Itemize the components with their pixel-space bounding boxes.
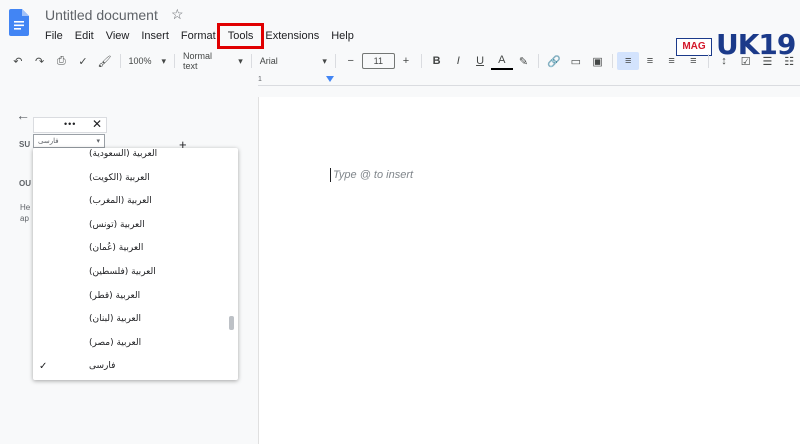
- highlight-color-icon[interactable]: ✎: [513, 52, 535, 70]
- close-icon[interactable]: ✕: [92, 117, 102, 131]
- indent-marker-icon[interactable]: [326, 76, 334, 82]
- align-justify-icon[interactable]: ≡: [682, 52, 704, 70]
- link-icon[interactable]: 🔗: [543, 52, 565, 70]
- language-option[interactable]: العربية (مصر): [89, 338, 141, 348]
- decrease-font-size-button[interactable]: −: [340, 52, 362, 70]
- menu-edit[interactable]: Edit: [69, 28, 100, 44]
- language-option[interactable]: العربية (عُمان): [89, 243, 143, 253]
- star-icon[interactable]: ☆: [171, 6, 184, 23]
- image-icon[interactable]: ▣: [587, 52, 609, 70]
- checklist-icon[interactable]: ☑: [735, 52, 757, 70]
- outline-hint: He: [20, 203, 31, 212]
- document-title[interactable]: Untitled document: [45, 7, 158, 23]
- align-right-icon[interactable]: ≡: [661, 52, 683, 70]
- menu-view[interactable]: View: [100, 28, 136, 44]
- toolbar: ↶ ↷ ⎙ ✓ 🖌 100% ▾ Normal text ▾ Arial ▾ − 11…: [0, 50, 800, 72]
- more-options-icon[interactable]: •••: [64, 119, 76, 129]
- language-dropdown-list: العربية (السعودية) العربية (الكويت) العربي…: [33, 148, 238, 380]
- check-icon: ✓: [39, 361, 48, 373]
- language-option[interactable]: العربية (الكويت): [89, 173, 150, 183]
- menu-extensions[interactable]: Extensions: [259, 28, 325, 44]
- font-select[interactable]: Arial ▾: [256, 52, 331, 70]
- language-option[interactable]: العربية (السعودية): [89, 149, 157, 159]
- toolbar-divider: [420, 54, 422, 68]
- menu-bar: File Edit View Insert Format Tools Extensions H…: [39, 23, 360, 49]
- language-option[interactable]: فارسی: [89, 361, 115, 371]
- font-size-input[interactable]: 11: [361, 53, 396, 69]
- input-language-select[interactable]: فارسی ▾: [33, 134, 105, 148]
- chevron-down-icon: ▾: [322, 55, 327, 66]
- bold-icon[interactable]: B: [426, 52, 448, 70]
- selected-language: فارسی: [38, 138, 59, 145]
- text-cursor: [330, 168, 331, 182]
- language-option[interactable]: العربية (فلسطين): [89, 267, 156, 277]
- toolbar-divider: [174, 54, 176, 68]
- toolbar-divider: [612, 54, 614, 68]
- outline-heading: OU: [19, 179, 31, 188]
- zoom-value: 100%: [128, 56, 152, 66]
- menu-help[interactable]: Help: [325, 28, 360, 44]
- font-value: Arial: [259, 56, 278, 66]
- back-arrow-icon[interactable]: ←: [16, 107, 30, 123]
- paint-format-icon[interactable]: 🖌: [94, 52, 116, 70]
- ruler-label: 1: [258, 76, 262, 83]
- menu-insert[interactable]: Insert: [135, 28, 175, 44]
- menu-file[interactable]: File: [39, 28, 69, 44]
- language-option[interactable]: العربية (تونس): [89, 220, 145, 230]
- style-value: Normal text: [183, 51, 213, 71]
- toolbar-divider: [250, 54, 252, 68]
- chevron-down-icon: ▾: [96, 138, 100, 145]
- outline-hint: ap: [20, 214, 29, 223]
- language-option[interactable]: العربية (لبنان): [89, 314, 141, 324]
- toolbar-divider: [334, 54, 336, 68]
- line-spacing-icon[interactable]: ↕: [713, 52, 735, 70]
- numbered-list-icon[interactable]: ☷: [778, 52, 800, 70]
- bulleted-list-icon[interactable]: ☰: [757, 52, 779, 70]
- chevron-down-icon: ▾: [238, 55, 243, 66]
- menu-format[interactable]: Format: [175, 28, 222, 44]
- redo-icon[interactable]: ↷: [29, 52, 51, 70]
- comment-icon[interactable]: ▭: [565, 52, 587, 70]
- summary-heading: SU: [19, 140, 31, 149]
- scrollbar-thumb[interactable]: [229, 316, 234, 330]
- toolbar-divider: [119, 54, 121, 68]
- document-placeholder[interactable]: Type @ to insert: [333, 169, 413, 181]
- document-page[interactable]: [258, 97, 800, 444]
- toolbar-divider: [708, 54, 710, 68]
- text-color-icon[interactable]: A: [490, 52, 513, 70]
- spellcheck-icon[interactable]: ✓: [72, 52, 94, 70]
- chevron-down-icon: ▾: [161, 55, 167, 66]
- align-left-icon[interactable]: ≡: [617, 52, 640, 70]
- menu-tools[interactable]: Tools: [216, 23, 265, 49]
- align-center-icon[interactable]: ≡: [639, 52, 661, 70]
- ruler[interactable]: 1: [258, 76, 800, 86]
- underline-icon[interactable]: U: [469, 52, 491, 70]
- zoom-select[interactable]: 100% ▾: [125, 52, 171, 70]
- italic-icon[interactable]: I: [447, 52, 469, 70]
- toolbar-divider: [538, 54, 540, 68]
- increase-font-size-button[interactable]: +: [395, 52, 417, 70]
- print-icon[interactable]: ⎙: [50, 52, 72, 70]
- language-option[interactable]: العربية (قطر): [89, 291, 140, 301]
- undo-icon[interactable]: ↶: [7, 52, 29, 70]
- docs-logo-icon[interactable]: [9, 9, 29, 36]
- style-select[interactable]: Normal text ▾: [179, 51, 247, 71]
- language-option[interactable]: العربية (المغرب): [89, 196, 152, 206]
